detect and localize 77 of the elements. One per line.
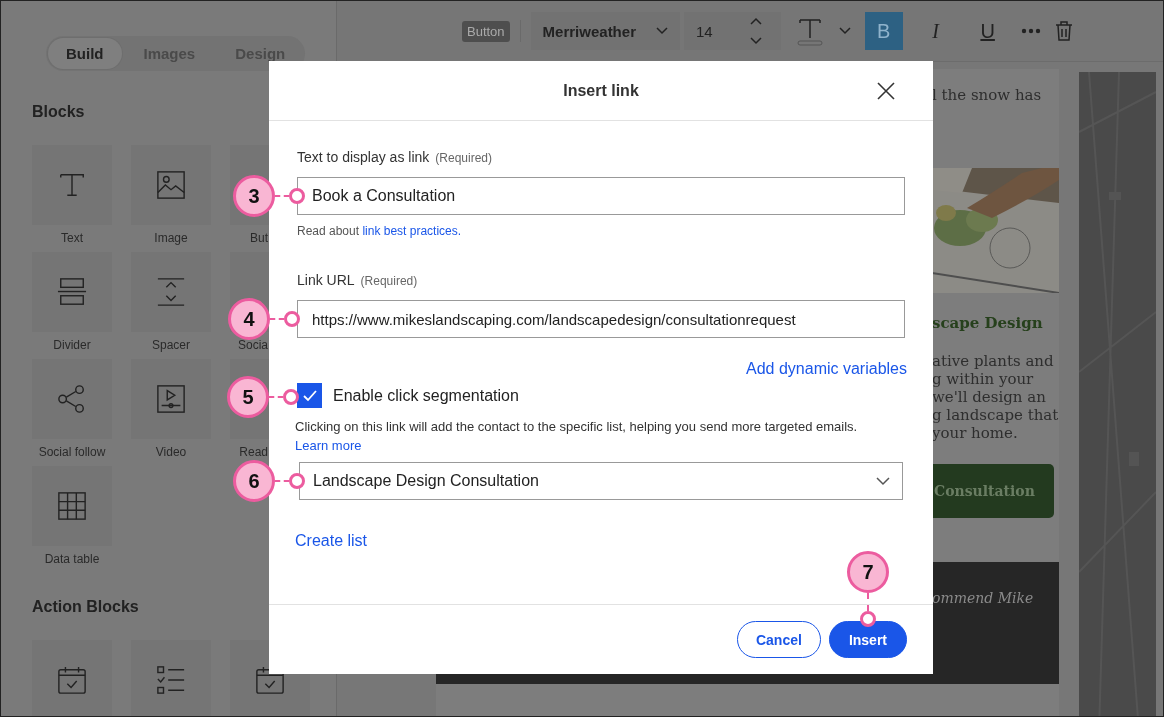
block-tile[interactable] (32, 640, 112, 716)
marker-ring (284, 311, 300, 327)
marker-ring (283, 389, 299, 405)
tab[interactable]: Build (48, 38, 122, 69)
block-label: But (250, 232, 268, 245)
bold-button[interactable]: B (864, 12, 903, 50)
spacer-icon (156, 277, 186, 307)
email-text: ative plants and (932, 352, 1055, 370)
block-tile[interactable] (32, 252, 112, 332)
dialog-title: Insert link (563, 81, 639, 100)
link-text-field[interactable]: Book a Consultation (297, 177, 905, 215)
trash-icon[interactable] (1054, 21, 1073, 41)
checklist-icon (156, 665, 186, 695)
checkbox[interactable] (297, 383, 322, 408)
dynamic-variables-link[interactable]: Add dynamic variables (746, 360, 907, 378)
calendar-icon (57, 665, 87, 695)
italic-button[interactable]: I (916, 12, 955, 50)
element-badge: Button (462, 20, 510, 42)
font-dropdown[interactable]: Merriweather (530, 12, 680, 50)
chevron-down-icon (655, 27, 668, 35)
email-text: g within your (932, 370, 1035, 388)
email-text: l the snow has (932, 86, 1042, 104)
field-label: Text to display as link (297, 149, 430, 165)
block-label: Social follow (37, 446, 107, 459)
marker-ring (859, 611, 876, 627)
image-icon (156, 170, 186, 200)
field-label: Link URL (297, 272, 355, 288)
required-note: (Required) (435, 151, 492, 165)
font-size-stepper[interactable]: 14 (683, 12, 781, 50)
close-icon[interactable] (877, 82, 895, 100)
table-icon (57, 491, 87, 521)
block-tile[interactable] (131, 359, 211, 439)
best-practices-link[interactable]: link best practices. (362, 224, 462, 238)
block-label: Text (60, 232, 84, 245)
block-label: Data table (43, 553, 101, 566)
more-icon[interactable] (1020, 28, 1041, 34)
required-note: (Required) (360, 274, 418, 288)
text-color-icon[interactable] (794, 16, 825, 46)
checkbox-label: Enable click segmentation (333, 386, 519, 405)
url-field[interactable]: https://www.mikeslandscaping.com/landscapedesign/consultationrequest (297, 300, 905, 338)
up-down-arrows-icon (748, 16, 763, 46)
block-label: Image (153, 232, 189, 245)
block-label: Socia (237, 339, 268, 352)
email-text: we'll design an (932, 388, 1047, 406)
email-text: your home. (932, 424, 1019, 442)
insert-button[interactable]: Insert (828, 621, 907, 658)
chevron-down-icon (876, 476, 890, 486)
block-label: Spacer (151, 339, 191, 352)
block-tile[interactable] (32, 359, 112, 439)
marker-ring (289, 188, 305, 204)
chevron-down-icon[interactable] (838, 27, 851, 35)
learn-more-link[interactable]: Learn more (295, 438, 362, 453)
block-label: Video (154, 446, 188, 459)
email-heading: scape Design (932, 314, 1043, 332)
block-tile[interactable] (131, 252, 211, 332)
divider-icon (57, 277, 87, 307)
hint-text: Read about (297, 224, 360, 238)
step-badge: 7 (846, 551, 889, 593)
section-heading: Action Blocks (32, 598, 140, 616)
share-icon (57, 384, 87, 414)
block-label: Read (239, 446, 268, 459)
block-label: Divider (52, 339, 92, 352)
block-tile[interactable] (32, 145, 112, 225)
checkmark-icon (302, 389, 317, 402)
block-tile[interactable] (131, 145, 211, 225)
block-tile[interactable] (32, 466, 112, 546)
email-text: g landscape that (932, 406, 1059, 424)
list-dropdown[interactable]: Landscape Design Consultation (299, 462, 903, 500)
video-icon (156, 384, 186, 414)
create-list-link[interactable]: Create list (295, 532, 368, 550)
testimonial-text: ommend Mike (932, 590, 1034, 606)
cancel-button[interactable]: Cancel (736, 621, 821, 658)
underline-button[interactable]: U (968, 12, 1007, 50)
section-heading: Blocks (32, 103, 86, 121)
description-text: Clicking on this link will add the contact to the specific list, helping you send more targeted emails. (295, 418, 859, 436)
block-tile[interactable] (131, 640, 211, 716)
marker-ring (289, 473, 305, 489)
